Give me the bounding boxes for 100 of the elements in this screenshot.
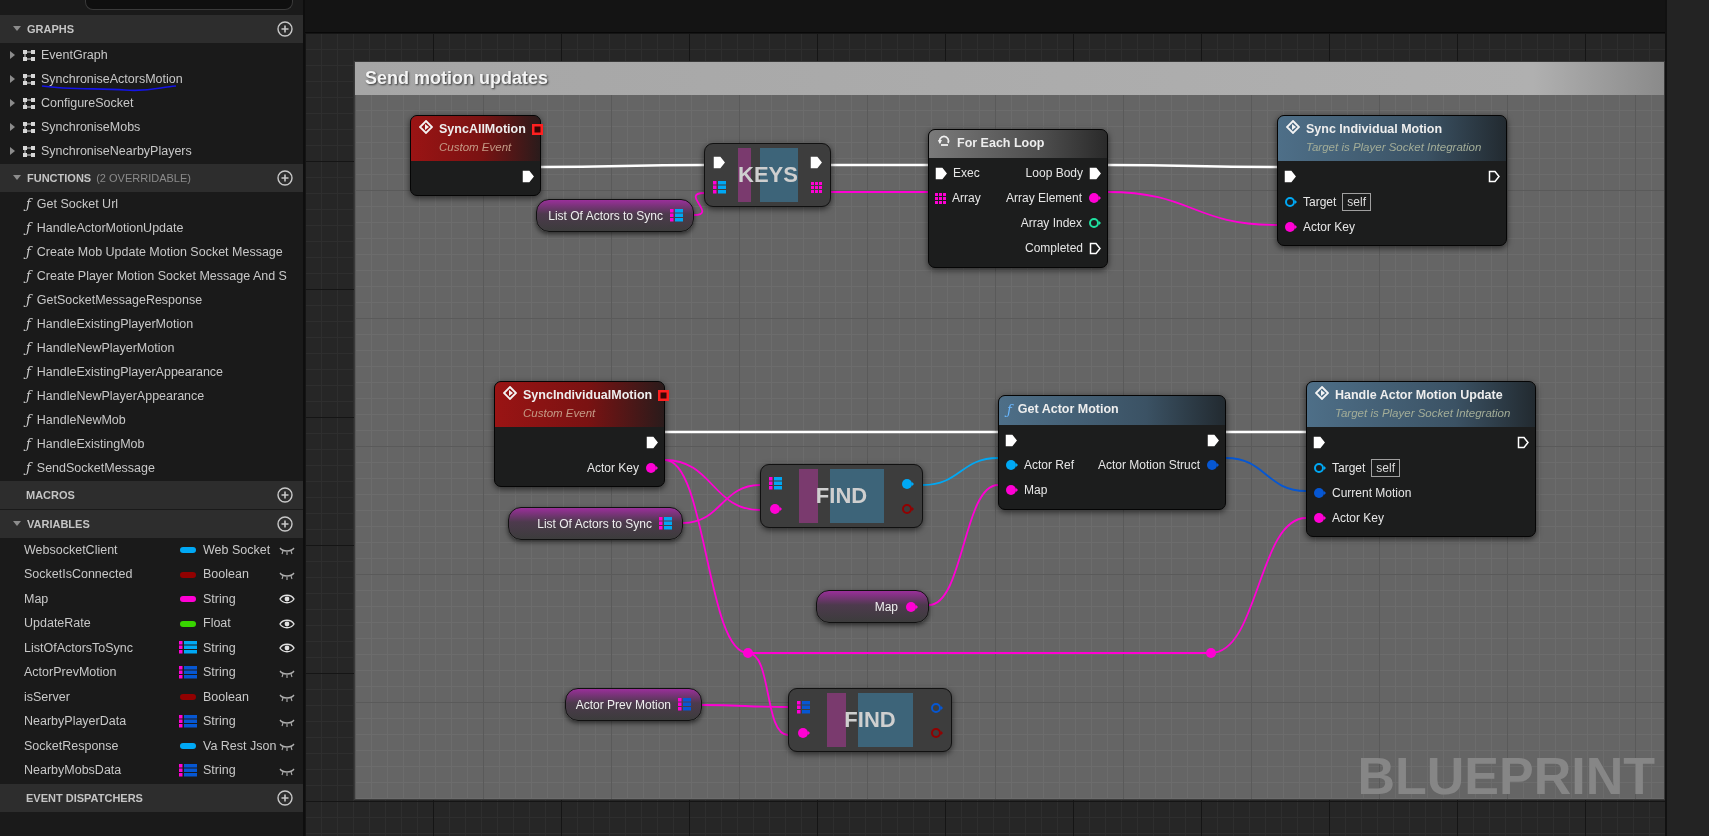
pin-label: Actor Key [1332,509,1385,527]
map-pin-icon[interactable] [678,698,691,711]
node-subtitle: Target is Player Socket Integration [1335,405,1511,421]
node-title: Get Actor Motion [1017,401,1119,418]
exec-pin-icon[interactable] [1284,170,1296,183]
variable-name[interactable]: Map [24,589,179,609]
exec-pin-icon[interactable] [935,166,947,180]
node-title: Sync Individual Motion [1306,121,1444,138]
variable-name[interactable]: SocketIsConnected [24,565,179,585]
data-pin-icon[interactable] [1088,192,1101,205]
function-item[interactable]: Get Socket Url [36,194,119,214]
pin-label: Actor Motion Struct [1097,457,1200,474]
function-item[interactable]: SendSocketMessage [36,458,155,478]
data-pin-icon[interactable] [1313,461,1326,474]
pin-label: Actor Key [586,459,639,477]
variable-name[interactable]: ActorPrevMotion [24,663,179,683]
graph-icon [23,49,36,61]
function-item[interactable]: HandleNewPlayerMotion [36,338,175,358]
pin-value-field[interactable]: self [1342,192,1372,211]
delegate-pin-icon[interactable] [658,390,670,401]
function-item[interactable]: HandleExistingMob [36,434,145,454]
graph-item[interactable]: ConfigureSocket [41,93,134,113]
data-pin-icon[interactable] [1313,511,1326,524]
add-icon[interactable] [277,516,293,532]
variable-name[interactable]: ListOfActorsToSync [24,638,179,658]
exec-pin-icon[interactable] [1517,436,1529,449]
data-pin-icon[interactable] [1088,217,1101,230]
variable-type: String [203,590,236,608]
pin-label: Current Motion [1332,484,1412,502]
map-pin-icon[interactable] [670,209,683,222]
graph-item[interactable]: SynchroniseNearbyPlayers [41,141,192,161]
section-title: GRAPHS [27,21,75,37]
graph-icon [23,73,36,85]
pin-label: Array Index [1020,215,1082,233]
reroute-node[interactable] [1206,648,1216,658]
function-item[interactable]: HandleExistingPlayerMotion [36,314,194,334]
graph-item[interactable]: EventGraph [41,45,108,65]
section-header[interactable]: MACROS [0,481,303,509]
function-item[interactable]: GetSocketMessageResponse [36,290,203,310]
eye-icon[interactable] [279,642,295,655]
map-pin-icon[interactable] [769,477,782,490]
graph-icon [23,121,36,133]
section-title: FUNCTIONS [27,170,92,186]
exec-pin-icon[interactable] [1313,436,1325,449]
section-header[interactable]: EVENT DISPATCHERS [0,784,303,812]
exec-pin-icon[interactable] [646,436,658,449]
section-header[interactable]: FUNCTIONS (2 OVERRIDABLE) [0,164,303,192]
data-pin-icon[interactable] [1284,220,1297,233]
reroute-node[interactable] [743,648,753,658]
node-title: For Each Loop [957,135,1045,152]
function-item[interactable]: HandleNewMob [36,410,126,430]
node-subtitle: Target is Player Socket Integration [1306,139,1482,155]
map-pin-icon[interactable] [659,517,672,530]
map-pin-icon[interactable] [797,701,810,714]
section-header[interactable]: GRAPHS [0,15,303,43]
node-subtitle: Custom Event [523,405,597,421]
pin-label: Actor Key [1303,218,1356,236]
variable-name[interactable]: WebsocketClient [24,540,179,560]
function-item[interactable]: HandleActorMotionUpdate [36,218,184,238]
variable-type: String [203,664,236,682]
exec-pin-icon[interactable] [1488,170,1500,183]
graph-item[interactable]: SynchroniseActorsMotion [41,69,183,89]
array-pin-icon[interactable] [811,182,822,193]
data-pin-icon[interactable] [645,461,658,474]
data-pin-icon[interactable] [901,477,914,490]
section-header[interactable]: VARIABLES [0,510,303,538]
variable-name[interactable]: isServer [24,687,179,707]
graph-icon [23,145,36,157]
graph-item[interactable]: SynchroniseMobs [41,117,141,137]
variable-name[interactable]: UpdateRate [24,614,179,634]
variable-name[interactable]: NearbyPlayerData [24,712,179,732]
pin-value-field[interactable]: self [1371,458,1401,477]
exec-pin-icon[interactable] [522,170,534,183]
search-field[interactable] [85,0,293,10]
exec-pin-icon[interactable] [1089,166,1101,180]
variable-name[interactable]: NearbyMobsData [24,761,179,781]
data-pin-icon[interactable] [1005,484,1018,496]
variable-name[interactable]: SocketResponse [24,736,179,756]
data-pin-icon[interactable] [1284,195,1297,208]
add-icon[interactable] [277,21,293,37]
node-title: Handle Actor Motion Update [1335,387,1504,404]
function-item[interactable]: HandleNewPlayerAppearance [36,386,205,406]
exec-pin-icon[interactable] [1005,433,1017,447]
add-icon[interactable] [277,487,293,503]
exec-pin-icon[interactable] [1089,241,1101,255]
exec-pin-icon[interactable] [1207,433,1219,447]
function-item[interactable]: Create Player Motion Socket Message And S [36,266,287,286]
pin-label: Map [1024,482,1048,499]
eye-icon[interactable] [279,617,295,630]
eye-icon[interactable] [279,593,295,606]
function-item[interactable]: Create Mob Update Motion Socket Message [36,242,283,262]
delegate-pin-icon[interactable] [531,124,543,135]
wire [693,192,705,216]
map-pin-icon[interactable] [713,181,726,194]
function-item[interactable]: HandleExistingPlayerAppearance [36,362,224,382]
array-pin-icon[interactable] [935,192,946,204]
data-pin-icon[interactable] [1005,459,1018,471]
variable-type: Web Socket [203,541,271,559]
add-icon[interactable] [277,790,293,806]
add-icon[interactable] [277,170,293,186]
